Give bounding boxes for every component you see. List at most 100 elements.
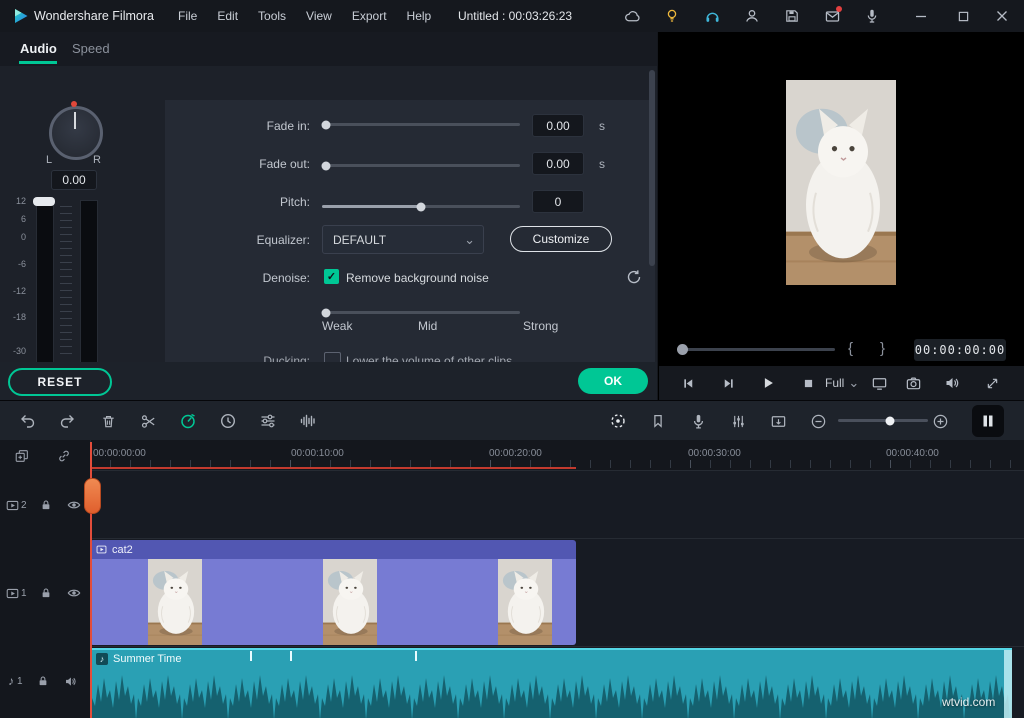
lock-icon[interactable]	[37, 675, 49, 687]
lock-icon[interactable]	[40, 587, 52, 599]
duration-clock-button[interactable]	[214, 407, 242, 435]
record-voiceover-icon[interactable]	[860, 4, 884, 28]
play-button[interactable]	[755, 370, 781, 396]
fade-out-slider[interactable]	[322, 164, 520, 167]
preview-seek-handle[interactable]	[677, 344, 688, 355]
timeline-zoom-handle[interactable]	[886, 416, 895, 425]
prev-frame-button[interactable]	[675, 370, 701, 396]
equalizer-dropdown[interactable]: DEFAULT ⌄	[322, 225, 484, 254]
menu-file[interactable]: File	[168, 9, 207, 23]
audio-clip-name: Summer Time	[113, 653, 181, 665]
ai-bulb-icon[interactable]	[660, 4, 684, 28]
video-lane-2[interactable]	[90, 471, 1024, 538]
ducking-checkbox[interactable]	[324, 352, 341, 362]
denoise-checkbox-label[interactable]: Remove background noise	[346, 271, 489, 285]
pitch-value[interactable]: 0	[532, 190, 584, 213]
voiceover-button[interactable]	[684, 407, 712, 435]
split-scissors-button[interactable]	[134, 407, 162, 435]
denoise-strength-slider[interactable]	[322, 311, 520, 314]
audio-wave-button[interactable]	[294, 407, 322, 435]
zoom-mode-dropdown[interactable]: Full ⌄	[825, 370, 859, 396]
denoise-checkbox[interactable]: ✓	[324, 269, 339, 284]
export-frame-button[interactable]	[764, 407, 792, 435]
cloud-icon[interactable]	[620, 4, 644, 28]
support-headset-icon[interactable]	[700, 4, 724, 28]
fade-in-value[interactable]: 0.00	[532, 114, 584, 137]
notification-badge	[836, 6, 842, 12]
zoom-in-button[interactable]	[926, 407, 954, 435]
menu-tools[interactable]: Tools	[248, 9, 296, 23]
playhead-handle[interactable]	[84, 478, 101, 514]
ruler-label-0: 00:00:00:00	[93, 448, 146, 459]
equalizer-value: DEFAULT	[333, 233, 464, 247]
tab-speed[interactable]: Speed	[72, 41, 110, 56]
music-note-icon: ♪	[96, 653, 108, 665]
video-clip-cat2[interactable]: cat2	[90, 540, 576, 645]
panel-scrollbar[interactable]	[649, 70, 655, 266]
track-controls-video1: 1	[0, 583, 90, 603]
maximize-button[interactable]	[948, 0, 978, 32]
pitch-slider-handle[interactable]	[417, 202, 426, 211]
preview-seekbar[interactable]	[683, 348, 835, 351]
beat-marker	[415, 651, 417, 661]
audio-clip-summer-time[interactable]: ♪ Summer Time	[90, 648, 1012, 718]
stop-button[interactable]	[795, 370, 821, 396]
marker-button[interactable]	[644, 407, 672, 435]
fullscreen-icon[interactable]	[979, 370, 1005, 396]
reset-button[interactable]: RESET	[8, 368, 112, 396]
mute-speaker-icon[interactable]	[64, 675, 77, 688]
volume-icon[interactable]	[939, 370, 965, 396]
customize-button[interactable]: Customize	[510, 226, 612, 252]
eye-icon[interactable]	[67, 586, 81, 600]
timeline-ruler[interactable]: 00:00:00:00 00:00:10:00 00:00:20:00 00:0…	[90, 440, 1024, 470]
messages-icon[interactable]	[820, 4, 844, 28]
ruler-label-40: 00:00:40:00	[886, 448, 939, 459]
undo-button[interactable]	[14, 407, 42, 435]
fade-out-value[interactable]: 0.00	[532, 152, 584, 175]
clip-thumbnail	[148, 559, 202, 645]
dual-display-icon[interactable]	[866, 370, 892, 396]
menu-view[interactable]: View	[296, 9, 342, 23]
volume-slider-bar[interactable]	[36, 200, 54, 362]
mark-out-icon[interactable]: }	[880, 340, 885, 357]
denoise-weak-label: Weak	[322, 319, 352, 333]
redo-button[interactable]	[53, 407, 81, 435]
lock-icon[interactable]	[40, 499, 52, 511]
volume-slider-handle[interactable]	[33, 197, 55, 206]
preview-timecode: 00:00:00:00	[914, 339, 1006, 361]
account-icon[interactable]	[740, 4, 764, 28]
mark-in-icon[interactable]: {	[848, 340, 853, 357]
zoom-out-button[interactable]	[804, 407, 832, 435]
speed-ramping-button[interactable]	[174, 407, 202, 435]
motion-tracking-button[interactable]	[604, 407, 632, 435]
menu-help[interactable]: Help	[397, 9, 442, 23]
delete-button[interactable]	[94, 407, 122, 435]
save-project-icon[interactable]	[780, 4, 804, 28]
audio-properties-panel: L R 0.00 12 6 0 -6 -12 -18 -30 Fade in: …	[0, 66, 657, 362]
denoise-reset-icon[interactable]	[623, 266, 645, 288]
fade-in-slider[interactable]	[322, 123, 520, 126]
step-forward-button[interactable]	[715, 370, 741, 396]
menu-edit[interactable]: Edit	[207, 9, 248, 23]
layout-panes-button[interactable]	[972, 405, 1004, 437]
ducking-checkbox-label[interactable]: Lower the volume of other clips	[346, 354, 512, 362]
adjust-sliders-button[interactable]	[254, 407, 282, 435]
balance-knob[interactable]	[49, 106, 103, 160]
timeline-zoom-slider[interactable]	[838, 419, 928, 422]
audio-clip-right-handle[interactable]	[1004, 650, 1012, 718]
fade-in-slider-handle[interactable]	[322, 120, 331, 129]
preview-panel: { } 00:00:00:00 Full ⌄	[658, 32, 1024, 400]
link-clips-icon[interactable]	[54, 446, 74, 466]
eye-icon[interactable]	[67, 498, 81, 512]
tab-audio[interactable]: Audio	[20, 41, 57, 56]
audio-mixer-button[interactable]	[724, 407, 752, 435]
menu-export[interactable]: Export	[342, 9, 397, 23]
fade-out-slider-handle[interactable]	[322, 161, 331, 170]
minimize-button[interactable]	[906, 0, 936, 32]
pitch-slider[interactable]	[322, 205, 520, 208]
snapshot-camera-icon[interactable]	[900, 370, 926, 396]
denoise-strength-handle[interactable]	[322, 308, 331, 317]
manage-tracks-icon[interactable]	[12, 446, 32, 466]
ok-button[interactable]: OK	[578, 368, 648, 394]
close-button[interactable]	[986, 0, 1018, 32]
